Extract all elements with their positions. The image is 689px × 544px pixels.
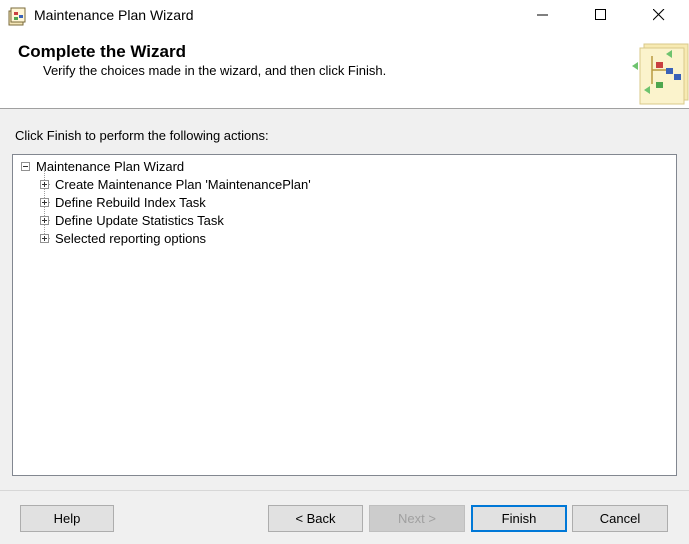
collapse-icon[interactable] bbox=[21, 161, 30, 171]
tree-node-create-plan[interactable]: Create Maintenance Plan 'MaintenancePlan… bbox=[40, 175, 311, 193]
title-bar[interactable]: Maintenance Plan Wizard bbox=[0, 0, 689, 32]
actions-tree[interactable]: Maintenance Plan Wizard Create Maintenan… bbox=[12, 154, 677, 476]
tree-node-update-statistics[interactable]: Define Update Statistics Task bbox=[40, 211, 224, 229]
tree-node-root[interactable]: Maintenance Plan Wizard bbox=[21, 157, 184, 175]
back-button[interactable]: < Back bbox=[268, 505, 363, 532]
tree-node-label: Maintenance Plan Wizard bbox=[36, 158, 185, 174]
wizard-banner-icon bbox=[632, 43, 689, 105]
page-subtitle: Verify the choices made in the wizard, a… bbox=[43, 63, 387, 78]
close-button[interactable] bbox=[636, 0, 682, 30]
window-title: Maintenance Plan Wizard bbox=[34, 7, 194, 23]
tree-node-label: Define Update Statistics Task bbox=[55, 212, 224, 228]
wizard-footer: Help < Back Next > Finish Cancel bbox=[0, 491, 689, 544]
tree-node-label: Define Rebuild Index Task bbox=[55, 194, 206, 210]
help-button[interactable]: Help bbox=[20, 505, 114, 532]
maximize-icon bbox=[595, 9, 606, 20]
tree-node-label: Selected reporting options bbox=[55, 230, 207, 246]
tree-node-reporting-options[interactable]: Selected reporting options bbox=[40, 229, 206, 247]
wizard-app-icon bbox=[8, 7, 26, 26]
instruction-label: Click Finish to perform the following ac… bbox=[15, 128, 269, 143]
tree-node-label: Create Maintenance Plan 'MaintenancePlan… bbox=[55, 176, 311, 192]
next-button[interactable]: Next > bbox=[369, 505, 465, 532]
minimize-button[interactable] bbox=[520, 0, 566, 30]
minimize-icon bbox=[537, 14, 548, 16]
wizard-header: Complete the Wizard Verify the choices m… bbox=[0, 32, 689, 109]
expand-icon[interactable] bbox=[40, 233, 49, 243]
tree-node-rebuild-index[interactable]: Define Rebuild Index Task bbox=[40, 193, 206, 211]
close-icon bbox=[653, 9, 665, 21]
maximize-button[interactable] bbox=[578, 0, 624, 30]
wizard-body: Click Finish to perform the following ac… bbox=[0, 109, 689, 490]
expand-icon[interactable] bbox=[40, 179, 49, 189]
page-title: Complete the Wizard bbox=[18, 42, 186, 61]
finish-button[interactable]: Finish bbox=[471, 505, 567, 532]
expand-icon[interactable] bbox=[40, 197, 49, 207]
expand-icon[interactable] bbox=[40, 215, 49, 225]
cancel-button[interactable]: Cancel bbox=[572, 505, 668, 532]
